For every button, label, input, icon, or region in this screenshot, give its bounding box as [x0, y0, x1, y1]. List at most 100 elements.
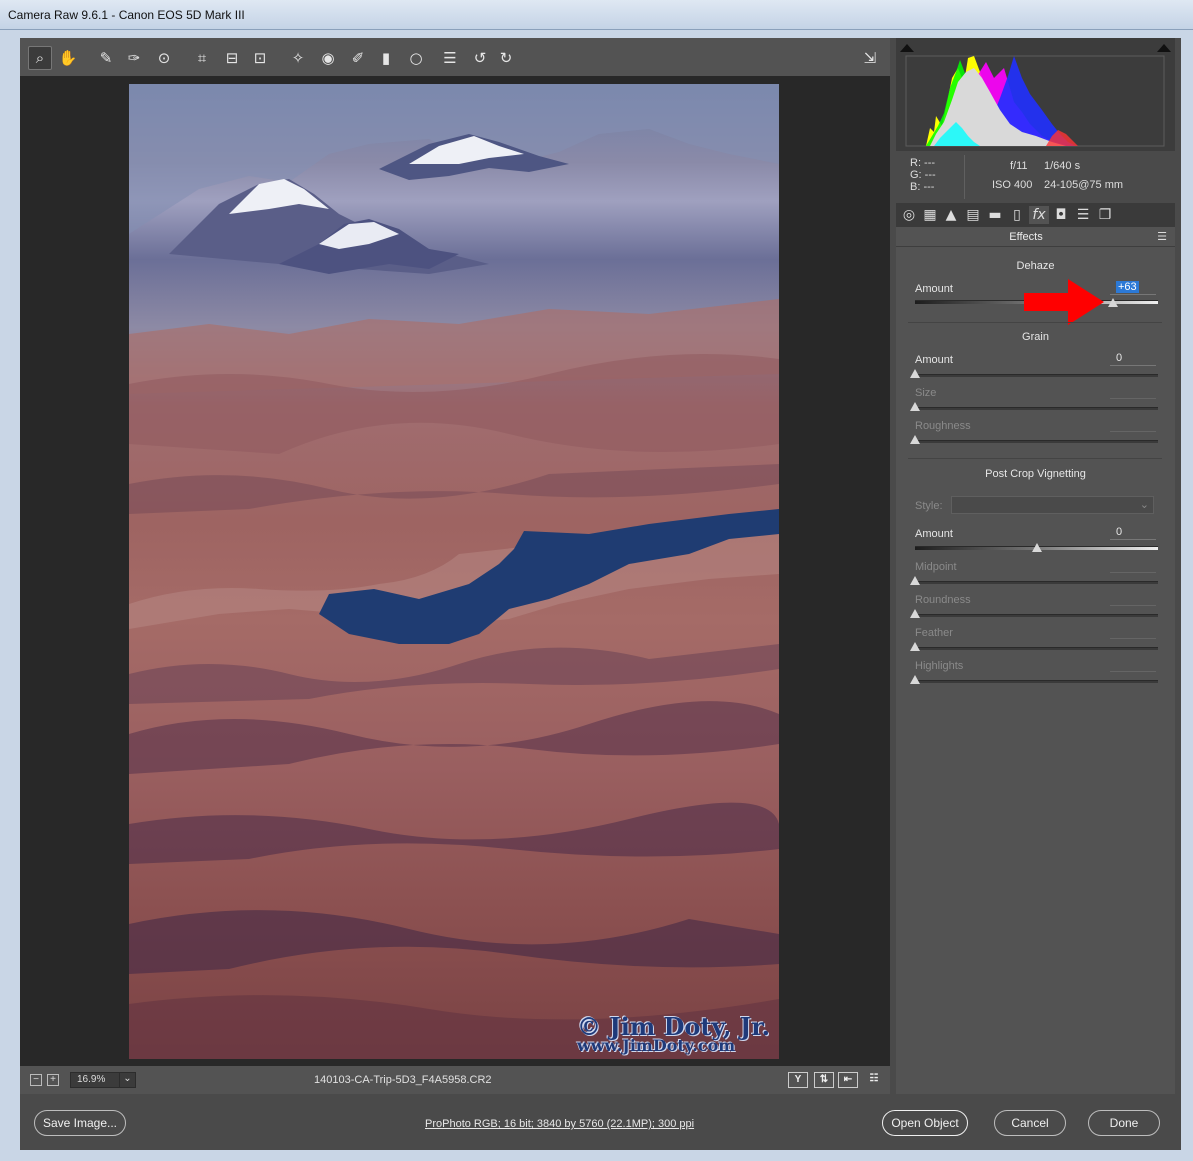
grain-amount-slider-thumb[interactable] [910, 369, 920, 378]
preview-status-bar: − + 16.9% ⌄ 140103-CA-Trip-5D3_F4A5958.C… [20, 1066, 890, 1094]
red-readout: R: --- [910, 157, 936, 169]
section-divider [908, 322, 1162, 323]
camera-info: R: --- G: --- B: --- f/11 1/640 s ISO 40… [896, 151, 1175, 203]
vignetting-highlights-slider-thumb [910, 675, 920, 684]
grain-amount-field[interactable]: 0 [1110, 352, 1156, 366]
grain-size-field [1110, 385, 1156, 399]
before-after-view-icon[interactable]: Y [788, 1072, 808, 1088]
vignetting-style-select: ⌄ [951, 496, 1154, 514]
preferences-icon[interactable]: ☰ [438, 46, 462, 70]
tab-split-toning-icon[interactable]: ▬ [985, 206, 1005, 224]
zoom-level-select[interactable]: 16.9% ⌄ [70, 1072, 136, 1088]
panel-menu-icon[interactable]: ☰ [1157, 230, 1167, 243]
vignetting-highlights-field [1110, 658, 1156, 672]
tab-tone-curve-icon[interactable]: ▦ [920, 206, 940, 224]
blue-readout: B: --- [910, 181, 935, 193]
graduated-filter-tool-icon[interactable]: ▮ [374, 46, 398, 70]
tab-basic-icon[interactable]: ◎ [899, 206, 919, 224]
grain-size-slider-thumb [910, 402, 920, 411]
transform-tool-icon[interactable]: ⊡ [248, 46, 272, 70]
tab-presets-icon[interactable]: ☰ [1073, 206, 1093, 224]
save-image-button[interactable]: Save Image... [34, 1110, 126, 1136]
cancel-button[interactable]: Cancel [994, 1110, 1066, 1136]
vignetting-midpoint-label: Midpoint [915, 561, 957, 573]
workflow-options-link[interactable]: ProPhoto RGB; 16 bit; 3840 by 5760 (22.1… [425, 1118, 694, 1130]
tab-detail-icon[interactable]: ▲ [941, 206, 961, 224]
panel-title: Effects [1009, 231, 1043, 243]
histogram [896, 38, 1175, 151]
grain-amount-value: 0 [1116, 352, 1123, 364]
preview-photo: © Jim Doty, Jr. www.JimDoty.com [129, 84, 779, 1059]
fullscreen-toggle-icon[interactable]: ⇲ [858, 46, 882, 70]
grain-size-track [915, 407, 1158, 410]
vignetting-feather-label: Feather [915, 627, 953, 639]
white-balance-tool-icon[interactable]: ✎ [94, 46, 118, 70]
vignetting-amount-slider-thumb[interactable] [1031, 543, 1042, 552]
tab-hsl-icon[interactable]: ▤ [963, 206, 983, 224]
watermark-url: www.JimDoty.com [577, 1036, 736, 1055]
tab-lens-corrections-icon[interactable]: ▯ [1007, 206, 1027, 224]
radial-filter-tool-icon[interactable]: ○ [404, 46, 428, 70]
dehaze-amount-field[interactable]: +63 [1110, 281, 1156, 295]
zoom-out-button[interactable]: − [30, 1074, 42, 1086]
aperture-value: f/11 [1010, 160, 1028, 172]
red-eye-removal-tool-icon[interactable]: ◉ [316, 46, 340, 70]
vignetting-section-title: Post Crop Vignetting [985, 468, 1086, 480]
vignetting-feather-track [915, 647, 1158, 650]
hand-tool-icon[interactable]: ✋ [56, 46, 80, 70]
red-arrow-annotation [1024, 279, 1104, 325]
file-name: 140103-CA-Trip-5D3_F4A5958.CR2 [314, 1074, 492, 1086]
vignetting-style-label: Style: [915, 500, 943, 512]
camera-raw-dialog: ⌕ ✋ ✎ ✑ ⊙ ⌗ ⊟ ⊡ ✧ ◉ ✐ ▮ ○ ☰ ↺ ↻ ⇲ © Jim … [20, 38, 1181, 1150]
color-sampler-tool-icon[interactable]: ✑ [122, 46, 146, 70]
vignetting-amount-field[interactable]: 0 [1110, 526, 1156, 540]
vignetting-feather-slider-thumb [910, 642, 920, 651]
grain-amount-track[interactable] [915, 374, 1158, 377]
dehaze-amount-label: Amount [915, 283, 953, 295]
vignetting-roundness-slider-thumb [910, 609, 920, 618]
rgb-readout: R: --- G: --- B: --- [910, 157, 936, 193]
done-button[interactable]: Done [1088, 1110, 1160, 1136]
straighten-tool-icon[interactable]: ⊟ [220, 46, 244, 70]
vignetting-roundness-track [915, 614, 1158, 617]
grain-roughness-field [1110, 418, 1156, 432]
title-bar: Camera Raw 9.6.1 - Canon EOS 5D Mark III [0, 0, 1193, 30]
adjustment-brush-tool-icon[interactable]: ✐ [346, 46, 370, 70]
zoom-tool-icon[interactable]: ⌕ [28, 46, 52, 70]
dehaze-amount-value: +63 [1116, 281, 1139, 293]
targeted-adjustment-tool-icon[interactable]: ⊙ [152, 46, 176, 70]
lens-value: 24-105@75 mm [1044, 179, 1124, 191]
rotate-left-icon[interactable]: ↺ [468, 46, 492, 70]
vignetting-midpoint-track [915, 581, 1158, 584]
right-panel: R: --- G: --- B: --- f/11 1/640 s ISO 40… [896, 38, 1175, 1094]
copy-settings-icon[interactable]: ⇤ [838, 1072, 858, 1088]
dehaze-amount-slider-thumb[interactable] [1108, 298, 1119, 307]
vignetting-roundness-field [1110, 592, 1156, 606]
spot-removal-tool-icon[interactable]: ✧ [286, 46, 310, 70]
chevron-down-icon: ⌄ [1139, 499, 1149, 511]
swap-before-after-icon[interactable]: ⇅ [814, 1072, 834, 1088]
image-preview-area[interactable]: © Jim Doty, Jr. www.JimDoty.com [20, 76, 890, 1066]
vignetting-amount-label: Amount [915, 528, 953, 540]
open-object-button[interactable]: Open Object [882, 1110, 968, 1136]
vignetting-midpoint-field [1110, 559, 1156, 573]
tab-snapshots-icon[interactable]: ❐ [1095, 206, 1115, 224]
zoom-level-value: 16.9% [77, 1074, 106, 1085]
zoom-in-button[interactable]: + [47, 1074, 59, 1086]
dehaze-section-title: Dehaze [1016, 260, 1055, 272]
toolbar: ⌕ ✋ ✎ ✑ ⊙ ⌗ ⊟ ⊡ ✧ ◉ ✐ ▮ ○ ☰ ↺ ↻ ⇲ [20, 38, 890, 76]
toggle-settings-icon[interactable]: ☷ [864, 1072, 884, 1088]
vignetting-highlights-label: Highlights [915, 660, 964, 672]
green-readout: G: --- [910, 169, 936, 181]
crop-tool-icon[interactable]: ⌗ [190, 46, 214, 70]
panel-header: Effects ☰ [896, 227, 1175, 247]
vignetting-roundness-label: Roundness [915, 594, 971, 606]
histogram-graph [905, 55, 1165, 147]
grain-roughness-label: Roughness [915, 420, 971, 432]
grain-amount-label: Amount [915, 354, 953, 366]
tab-camera-calibration-icon[interactable]: ◘ [1051, 206, 1071, 224]
tab-effects-icon[interactable]: fx [1029, 206, 1049, 224]
grain-section-title: Grain [1022, 331, 1049, 343]
rotate-right-icon[interactable]: ↻ [494, 46, 518, 70]
grain-roughness-slider-thumb [910, 435, 920, 444]
